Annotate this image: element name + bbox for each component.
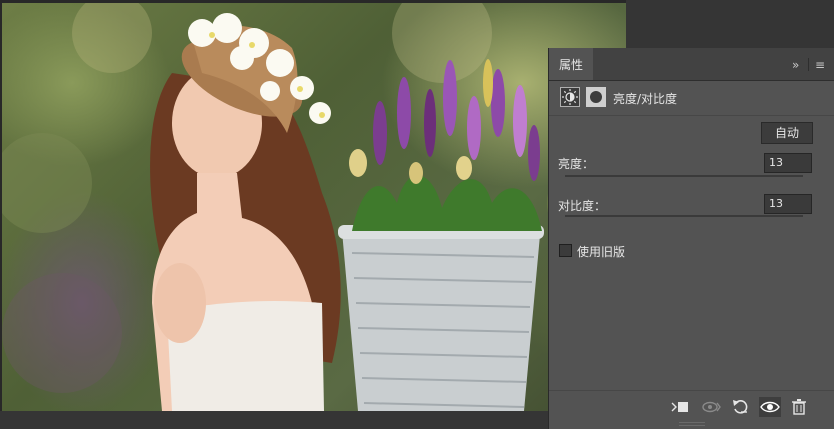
brightness-slider-track[interactable] [565,175,803,177]
use-legacy-checkbox[interactable] [559,244,572,257]
workspace-background [626,0,834,48]
visibility-eye-icon[interactable] [759,397,781,417]
panel-footer [549,390,834,423]
properties-panel: 属性 » ≡ 亮度/对比度 自动 亮度： 13 对比度： 13 使用旧版 [548,48,834,429]
contrast-label: 对比度： [558,199,607,213]
contrast-slider-track[interactable] [565,215,803,217]
status-bar [0,411,548,429]
trash-icon[interactable] [788,397,810,417]
panel-tab-bar: 属性 » ≡ [549,48,834,81]
auto-button[interactable]: 自动 [761,122,813,144]
view-previous-state-icon[interactable] [701,397,723,417]
panel-resize-grip[interactable] [679,422,705,426]
brightness-label: 亮度： [558,157,595,171]
contrast-input[interactable]: 13 [764,194,812,214]
document-canvas[interactable] [2,3,626,411]
adjustment-header: 亮度/对比度 [549,81,834,116]
tab-properties[interactable]: 属性 [549,48,593,80]
clip-to-layer-icon[interactable] [669,397,691,417]
brightness-input[interactable]: 13 [764,153,812,173]
layer-mask-icon[interactable] [586,87,606,107]
brightness-contrast-icon[interactable] [560,87,580,107]
reset-icon[interactable] [730,397,752,417]
adjustment-title: 亮度/对比度 [613,92,678,106]
collapse-panel-icon[interactable]: » [792,48,799,80]
use-legacy-label: 使用旧版 [577,245,626,259]
panel-menu-icon[interactable]: ≡ [815,48,825,80]
photo-image [2,3,626,411]
tab-divider [808,58,809,71]
